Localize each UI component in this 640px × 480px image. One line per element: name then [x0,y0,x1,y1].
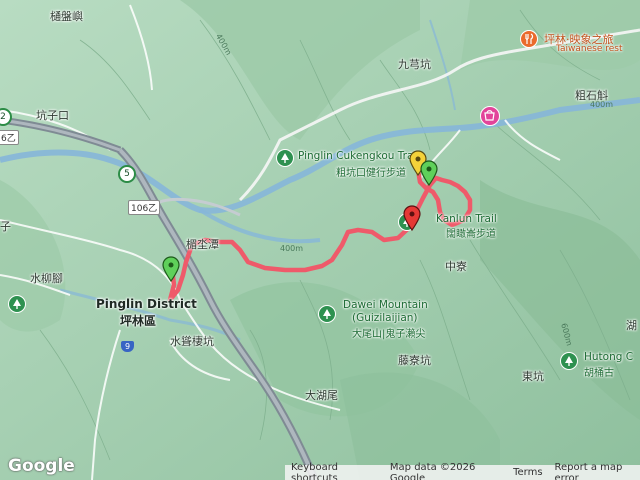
trail-label-en[interactable]: Pinglin Cukengkou Trail [298,150,419,162]
map-canvas[interactable]: 400m 400m 400m 600m 樋盤嶼 坑子口 九芎坑 粗石斛 子 水柳… [0,0,640,480]
park-icon[interactable] [318,305,336,323]
business-sublabel: Taiwanese rest [556,44,623,54]
place-label: 子 [0,220,11,233]
terrain-layer [0,0,640,480]
trail-label-en[interactable]: Kanlun Trail [436,213,497,225]
place-label: 九芎坑 [398,58,431,71]
place-label: 樋盤嶼 [50,10,83,23]
report-error-link[interactable]: Report a map error [555,462,640,480]
place-label: 楣坔潭 [186,238,219,251]
trail-label-en[interactable]: Hutong C [584,351,633,363]
trail-label-zh: 胡桶古 [584,368,614,379]
start-marker-icon[interactable] [419,160,439,186]
map-data-text: Map data ©2026 Google [389,461,476,480]
keyboard-shortcuts-link[interactable]: Keyboard shortcuts [291,462,378,480]
elevation-label: 400m [280,244,304,253]
place-label: 大湖尾 [305,389,338,402]
trailhead-marker-icon[interactable] [402,205,422,231]
terms-link[interactable]: Terms [513,467,542,478]
road-shield: 9 [121,341,134,352]
place-label: 水聳棲坑 [170,335,214,348]
park-icon[interactable] [276,149,294,167]
google-logo: Google [8,456,75,476]
road-number: 106乙 [128,200,161,215]
mountain-label-zh: 大尾山|鬼子瀨尖 [352,329,426,340]
road-number: 6乙 [0,130,19,145]
road-shield: 5 [118,165,136,183]
park-icon[interactable] [8,295,26,313]
trail-label-zh: 粗坑口健行步道 [336,168,406,179]
trail-label-zh: 闊瞰崙步道 [446,229,496,240]
district-label-zh: 坪林區 [120,314,157,328]
place-label: 中寮 [445,260,467,273]
mountain-label-en[interactable]: Dawei Mountain [343,299,428,311]
place-label: 東坑 [522,370,544,383]
place-label: 湖 [626,319,637,332]
shopping-icon[interactable] [480,106,500,126]
place-label: 粗石斛 [575,89,608,102]
place-label: 水柳腳 [30,272,63,285]
start-marker-icon[interactable] [161,256,181,282]
restaurant-icon[interactable] [520,30,538,48]
place-label: 坑子口 [36,109,69,122]
park-icon[interactable] [560,352,578,370]
mountain-label-en2: (Guizilaijian) [352,312,418,324]
district-label-en: Pinglin District [96,297,197,311]
place-label: 藤寮坑 [398,354,431,367]
attribution-bar: Keyboard shortcuts Map data ©2026 Google… [285,461,640,480]
